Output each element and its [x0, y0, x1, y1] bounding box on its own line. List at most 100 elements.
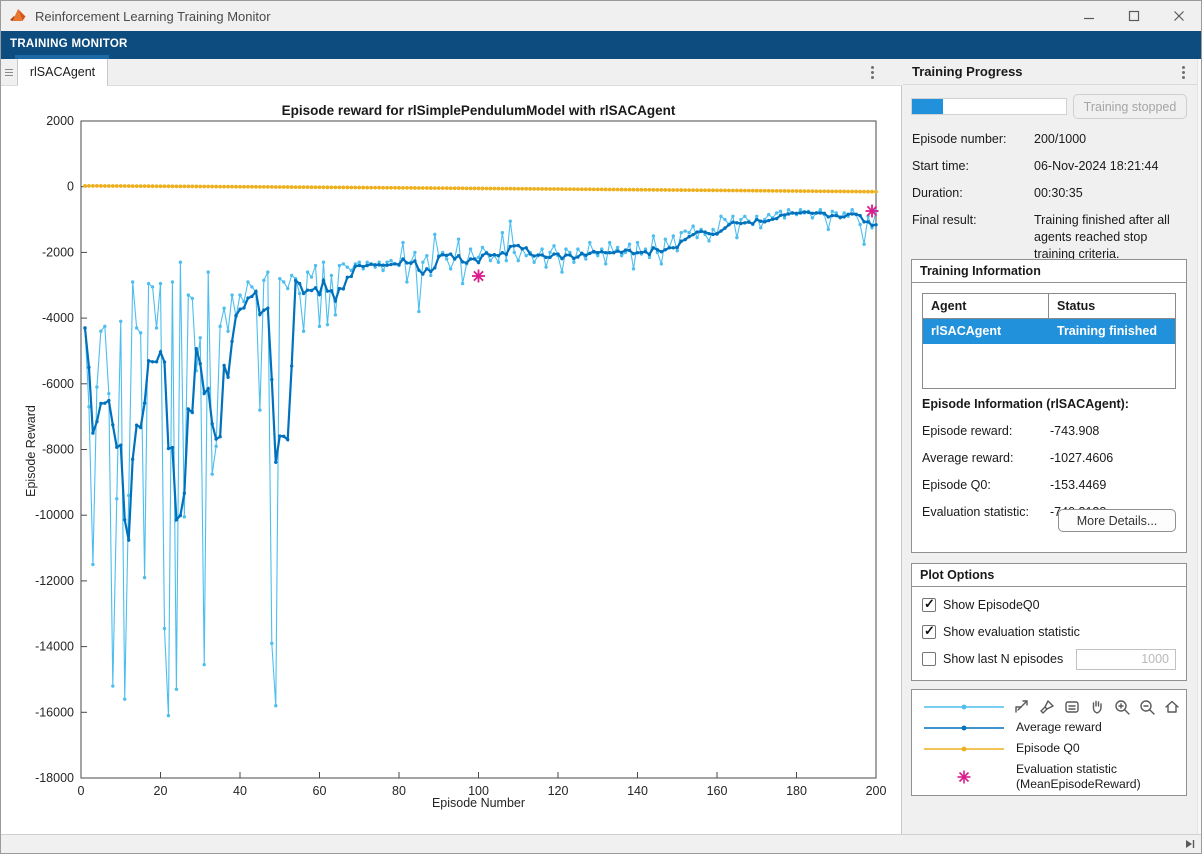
maximize-button[interactable]	[1111, 1, 1156, 31]
line-marker-icon	[912, 721, 1016, 735]
svg-text:-8000: -8000	[42, 443, 74, 457]
episode-information-title: Episode Information (rlSACAgent):	[922, 397, 1176, 411]
asterisk-marker-icon	[912, 769, 1016, 785]
axes-toolbar	[1011, 695, 1183, 718]
field-label: Final result:	[912, 212, 1034, 263]
datatips-icon[interactable]	[1063, 698, 1081, 716]
drag-handle-icon[interactable]	[1, 59, 18, 85]
field-label: Episode number:	[912, 131, 1034, 148]
legend-item[interactable]: Average reward	[912, 717, 1186, 738]
line-marker-icon	[912, 742, 1016, 756]
field-value: -1027.4606	[1050, 450, 1176, 467]
agent-row[interactable]: rlSACAgentTraining finished	[923, 319, 1175, 344]
field-row: Episode Q0:-153.4469	[922, 477, 1176, 494]
svg-text:-2000: -2000	[42, 245, 74, 259]
checkbox-row: Show evaluation statistic	[922, 624, 1176, 640]
field-label: Average reward:	[922, 450, 1050, 467]
close-button[interactable]	[1156, 1, 1201, 31]
svg-text:-10000: -10000	[35, 508, 74, 522]
window-controls	[1066, 1, 1201, 31]
agent-status-cell: Training finished	[1049, 319, 1175, 344]
checkbox-label: Show EpisodeQ0	[943, 598, 1040, 612]
field-value: 200/1000	[1034, 131, 1191, 148]
checkbox[interactable]	[922, 652, 936, 666]
more-details-button[interactable]: More Details...	[1058, 509, 1176, 532]
pan-icon[interactable]	[1088, 698, 1106, 716]
legend-item[interactable]: Evaluation statistic(MeanEpisodeReward)	[912, 759, 1186, 795]
field-label: Duration:	[912, 185, 1034, 202]
field-value: 06-Nov-2024 18:21:44	[1034, 158, 1191, 175]
field-label: Evaluation statistic:	[922, 504, 1050, 521]
legend-label: Evaluation statistic(MeanEpisodeReward)	[1016, 762, 1141, 792]
checkbox[interactable]	[922, 625, 936, 639]
plot-options-box: Plot Options Show EpisodeQ0 Show evaluati…	[911, 563, 1187, 681]
tabstrip-menu-icon[interactable]	[863, 62, 881, 82]
checkbox[interactable]	[922, 598, 936, 612]
training-progress-fields: Episode number:200/1000Start time:06-Nov…	[912, 131, 1191, 273]
field-value: Training finished after all agents reach…	[1034, 212, 1191, 263]
minimize-button[interactable]	[1066, 1, 1111, 31]
titlebar[interactable]: Reinforcement Learning Training Monitor	[1, 1, 1201, 31]
legend-item[interactable]: Episode Q0	[912, 738, 1186, 759]
statusbar	[1, 834, 1201, 853]
zoom-out-icon[interactable]	[1138, 698, 1156, 716]
panel-header: Training Progress	[903, 59, 1197, 85]
field-label: Episode reward:	[922, 423, 1050, 440]
table-header: Status	[1049, 294, 1175, 318]
brush-icon[interactable]	[1038, 698, 1056, 716]
svg-text:-6000: -6000	[42, 377, 74, 391]
field-value: -743.908	[1050, 423, 1176, 440]
checkbox-label: Show evaluation statistic	[943, 625, 1080, 639]
checkbox-row: Show last N episodes	[922, 651, 1176, 667]
training-progress-panel: Training Progress Training stopped Episo…	[903, 59, 1197, 836]
toolstrip: TRAINING MONITOR	[1, 31, 1201, 59]
panel-menu-icon[interactable]	[1174, 62, 1192, 82]
panel-title: Training Progress	[912, 64, 1023, 79]
agent-status-table: AgentStatusrlSACAgentTraining finished	[922, 293, 1176, 389]
training-progress-bar	[911, 98, 1067, 115]
agent-name-cell: rlSACAgent	[923, 319, 1049, 344]
x-axis-label: Episode Number	[81, 796, 876, 810]
training-information-title: Training Information	[912, 260, 1186, 283]
svg-text:-18000: -18000	[35, 771, 74, 785]
last-n-episodes-input[interactable]	[1076, 649, 1176, 670]
field-value: 00:30:35	[1034, 185, 1191, 202]
field-row: Episode reward:-743.908	[922, 423, 1176, 440]
y-axis-label: Episode Reward	[24, 405, 38, 497]
document-tabstrip: rlSACAgent	[1, 59, 902, 86]
window-title: Reinforcement Learning Training Monitor	[35, 9, 271, 24]
export-icon[interactable]	[1013, 698, 1031, 716]
checkbox-row: Show EpisodeQ0	[922, 597, 1176, 613]
field-label: Start time:	[912, 158, 1034, 175]
episode-reward-chart[interactable]: 02040608010012014016018020020000-2000-40…	[1, 86, 901, 836]
matlab-logo-icon	[9, 7, 27, 25]
svg-text:0: 0	[67, 180, 74, 194]
legend-label: Average reward	[1016, 720, 1102, 735]
toolstrip-tab-training-monitor[interactable]: TRAINING MONITOR	[1, 31, 128, 57]
svg-text:-16000: -16000	[35, 705, 74, 719]
episode-information-fields: Episode reward:-743.908Average reward:-1…	[922, 423, 1176, 521]
figure-area: Episode reward for rlSimplePendulumModel…	[1, 86, 902, 836]
app-window: Reinforcement Learning Training Monitor …	[0, 0, 1202, 854]
zoom-in-icon[interactable]	[1113, 698, 1131, 716]
training-information-box: Training Information AgentStatusrlSACAge…	[911, 259, 1187, 553]
legend-label: Episode Q0	[1016, 741, 1080, 756]
panel-scrollbar[interactable]	[1197, 59, 1202, 836]
svg-text:-12000: -12000	[35, 574, 74, 588]
svg-text:-14000: -14000	[35, 640, 74, 654]
field-row: Start time:06-Nov-2024 18:21:44	[912, 158, 1191, 175]
tab-rlsacagent[interactable]: rlSACAgent	[18, 59, 108, 86]
line-marker-icon	[912, 700, 1016, 714]
expand-arrow-icon[interactable]	[1184, 838, 1196, 850]
field-row: Episode number:200/1000	[912, 131, 1191, 148]
field-row: Final result:Training finished after all…	[912, 212, 1191, 263]
training-stopped-button[interactable]: Training stopped	[1073, 94, 1187, 119]
svg-text:2000: 2000	[46, 114, 74, 128]
restore-view-icon[interactable]	[1163, 698, 1181, 716]
field-value: -153.4469	[1050, 477, 1176, 494]
svg-text:-4000: -4000	[42, 311, 74, 325]
field-row: Average reward:-1027.4606	[922, 450, 1176, 467]
table-header: Agent	[923, 294, 1049, 318]
plot-options-title: Plot Options	[912, 564, 1186, 587]
table-header-row: AgentStatus	[923, 294, 1175, 319]
